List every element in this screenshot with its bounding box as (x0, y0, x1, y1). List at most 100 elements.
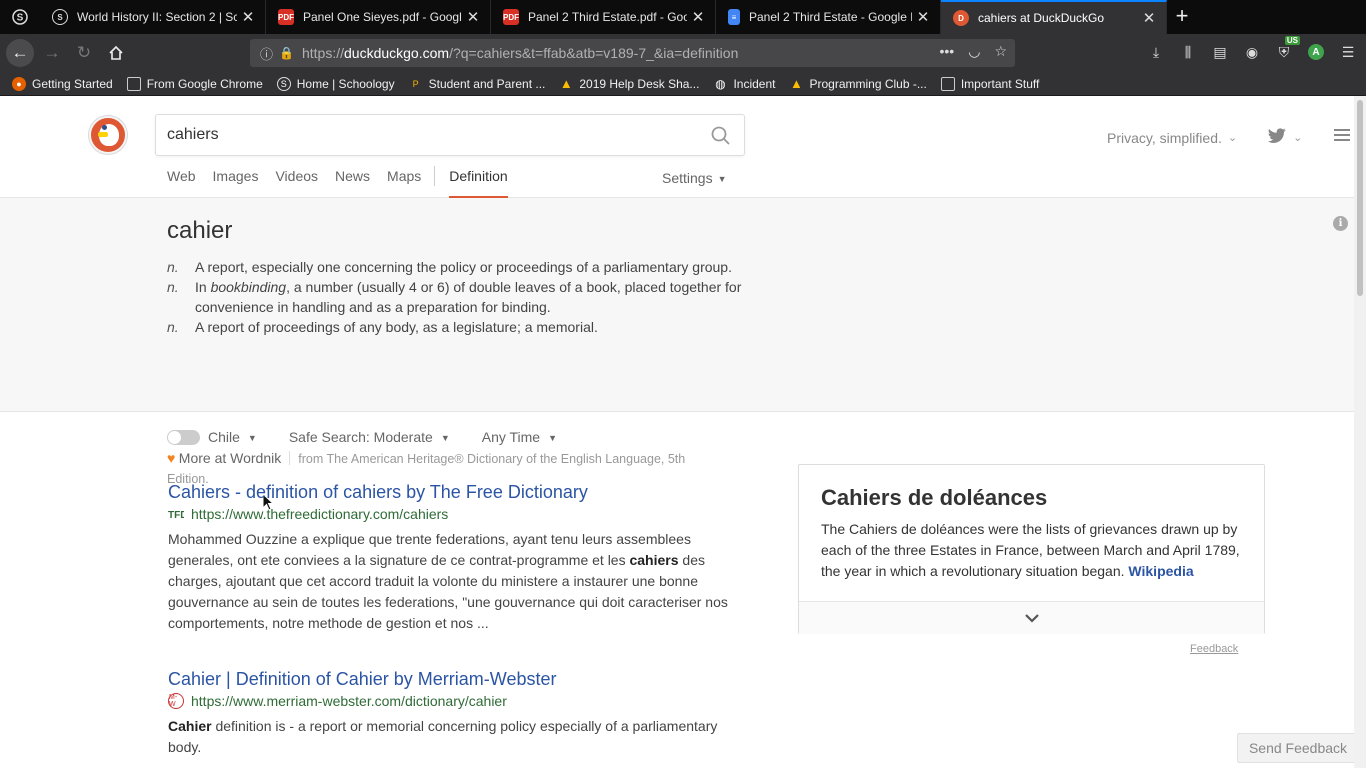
bookmark-programming-club[interactable]: ▲ Programming Club -... (789, 76, 927, 91)
bookmark-getting-started[interactable]: ● Getting Started (12, 76, 113, 91)
merriam-webster-icon: M-W (168, 693, 184, 709)
page-actions-icon[interactable]: ••• (940, 43, 955, 60)
schoology-pinned-icon[interactable]: S (6, 3, 34, 31)
duckduckgo-logo[interactable] (89, 116, 127, 154)
knowledge-panel-title: Cahiers de doléances (821, 485, 1048, 510)
search-result: Cahier | Definition of Cahier by Merriam… (168, 668, 738, 758)
forward-button[interactable]: → (38, 39, 66, 67)
bookmarks-toolbar: ● Getting Started From Google Chrome S Hom… (0, 72, 1366, 96)
tab-web[interactable]: Web (167, 168, 196, 198)
profile-avatar[interactable]: A (1306, 40, 1326, 64)
tab-videos[interactable]: Videos (275, 168, 318, 198)
page-content: Web Images Videos News Maps Definition S… (0, 96, 1366, 768)
time-dropdown[interactable]: Any Time ▼ (482, 429, 557, 445)
tab-maps[interactable]: Maps (387, 168, 421, 198)
bookmark-help-desk[interactable]: ▲ 2019 Help Desk Sha... (559, 76, 700, 91)
search-filters: Chile ▼ Safe Search: Moderate ▼ Any Time ▼ (167, 429, 589, 445)
tab-world-history[interactable]: S World History II: Section 2 | Sch ✕ (40, 0, 266, 34)
result-url[interactable]: M-W https://www.merriam-webster.com/dict… (168, 693, 738, 709)
tab-images[interactable]: Images (213, 168, 259, 198)
duckduckgo-icon: D (953, 10, 969, 26)
close-tab-icon[interactable]: ✕ (237, 8, 259, 26)
account-icon[interactable]: ◉ (1242, 40, 1262, 64)
tab-panel-one-sieyes[interactable]: PDF Panel One Sieyes.pdf - Google ✕ (266, 0, 491, 34)
send-feedback-button[interactable]: Send Feedback (1237, 733, 1359, 763)
wikipedia-link[interactable]: Wikipedia (1128, 563, 1193, 579)
docs-icon: ≡ (728, 9, 740, 25)
definition-word: cahier (167, 217, 233, 244)
url-text[interactable]: https://duckduckgo.com/?q=cahiers&t=ffab… (302, 45, 738, 61)
result-snippet: Cahier definition is - a report or memor… (168, 718, 718, 755)
safe-search-dropdown[interactable]: Safe Search: Moderate ▼ (289, 429, 450, 445)
vpn-extension-icon[interactable]: ⛨ US (1274, 36, 1300, 64)
definition-senses: n. A report, especially one concerning th… (167, 257, 757, 336)
search-header: Web Images Videos News Maps Definition S… (0, 96, 1354, 198)
address-bar[interactable]: ⓘ 🔒 https://duckduckgo.com/?q=cahiers&t=… (250, 39, 1015, 67)
region-toggle[interactable] (167, 429, 200, 445)
more-at-wordnik-link[interactable]: More at Wordnik (179, 450, 281, 466)
home-button[interactable] (102, 39, 130, 67)
scrollbar-thumb[interactable] (1357, 100, 1363, 296)
home-icon (109, 45, 123, 60)
bookmark-student-parent[interactable]: P Student and Parent ... (409, 77, 546, 91)
downloads-icon[interactable]: ⤓ (1146, 40, 1166, 64)
tab-bar: S S World History II: Section 2 | Sch ✕ … (0, 0, 1366, 34)
pdf-icon: PDF (503, 9, 519, 25)
search-icon[interactable] (711, 126, 730, 150)
schoology-icon: S (52, 9, 68, 25)
tab-duckduckgo[interactable]: D cahiers at DuckDuckGo ✕ (941, 0, 1167, 34)
definition-box: cahier n. A report, especially one concer… (0, 198, 1354, 511)
hamburger-menu-icon[interactable] (1334, 129, 1350, 142)
bookmark-incident[interactable]: ◍ Incident (713, 77, 775, 91)
bookmark-important-stuff[interactable]: Important Stuff (940, 76, 1039, 91)
pocket-icon[interactable]: ◡ (968, 43, 980, 60)
drive-icon: ▲ (559, 76, 573, 91)
close-tab-icon[interactable]: ✕ (1138, 9, 1160, 27)
bookmark-star-icon[interactable]: ☆ (994, 43, 1007, 60)
globe-icon: ◍ (715, 76, 726, 91)
close-tab-icon[interactable]: ✕ (912, 8, 934, 26)
bookmark-schoology[interactable]: S Home | Schoology (276, 76, 395, 91)
region-dropdown[interactable]: Chile ▼ (208, 429, 257, 445)
reload-button[interactable]: ↻ (70, 39, 98, 67)
page-scrollbar[interactable] (1354, 96, 1366, 768)
powerschool-icon: P (412, 78, 419, 89)
close-tab-icon[interactable]: ✕ (462, 8, 484, 26)
result-url[interactable]: TFD https://www.thefreedictionary.com/ca… (168, 506, 738, 522)
info-icon[interactable]: i (1333, 216, 1348, 231)
site-info-icon[interactable]: ⓘ (260, 44, 273, 63)
tab-divider (434, 166, 436, 186)
tab-panel-2-doc[interactable]: ≡ Panel 2 Third Estate - Google D ✕ (716, 0, 941, 34)
lock-icon[interactable]: 🔒 (279, 46, 294, 60)
expand-panel-button[interactable] (799, 601, 1264, 634)
settings-dropdown[interactable]: Settings ▼ (662, 170, 727, 186)
menu-icon[interactable]: ☰ (1338, 40, 1358, 64)
library-icon[interactable]: ⫼ (1178, 40, 1198, 64)
drive-icon: ▲ (790, 76, 803, 91)
search-input[interactable] (156, 126, 686, 144)
sidebar-icon[interactable]: ▤ (1210, 40, 1230, 64)
caret-down-icon: ▼ (717, 174, 727, 184)
result-title-link[interactable]: Cahiers - definition of cahiers by The F… (168, 481, 738, 503)
firefox-icon: ● (12, 76, 26, 91)
search-type-tabs: Web Images Videos News Maps Definition (167, 166, 525, 198)
tab-definition[interactable]: Definition (449, 168, 508, 198)
new-tab-button[interactable]: + (1168, 3, 1196, 31)
search-box[interactable] (155, 114, 745, 156)
close-tab-icon[interactable]: ✕ (687, 8, 709, 26)
tab-panel-2-pdf[interactable]: PDF Panel 2 Third Estate.pdf - Goog ✕ (491, 0, 716, 34)
panel-feedback-link[interactable]: Feedback (1190, 643, 1238, 655)
tab-news[interactable]: News (335, 168, 370, 198)
back-button[interactable]: ← (6, 39, 34, 67)
privacy-dropdown[interactable]: Privacy, simplified. (1107, 130, 1222, 146)
caret-down-icon: ▼ (247, 433, 257, 443)
result-title-link[interactable]: Cahier | Definition of Cahier by Merriam… (168, 668, 738, 690)
tab-title: Panel One Sieyes.pdf - Google (303, 10, 462, 24)
bookmark-from-google-chrome[interactable]: From Google Chrome (126, 76, 263, 91)
heart-icon: ♥ (167, 450, 176, 466)
search-result: Cahiers - definition of cahiers by The F… (168, 481, 738, 634)
chevron-down-icon (1024, 613, 1039, 623)
twitter-icon[interactable] (1267, 128, 1287, 147)
tab-title: World History II: Section 2 | Sch (77, 10, 237, 24)
definition-sense: n. In bookbinding, a number (usually 4 or… (167, 278, 742, 316)
